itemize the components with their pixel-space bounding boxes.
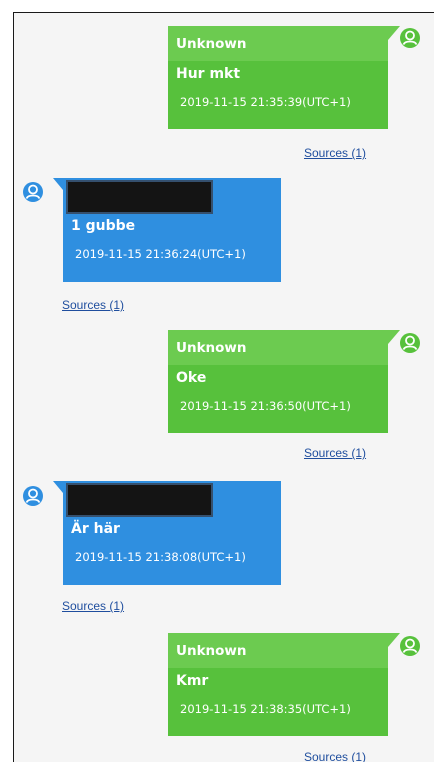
message-timestamp: 2019-11-15 21:38:08(UTC+1) [75,550,246,564]
message-text: 1 gubbe [71,218,136,234]
message-timestamp: 2019-11-15 21:38:35(UTC+1) [180,702,351,716]
outgoing-message: Är här 2019-11-15 21:38:08(UTC+1) [53,481,281,585]
redacted-sender-box [66,180,213,214]
sender-name: Unknown [168,26,388,61]
message-text: Är här [71,521,120,537]
sender-name [63,178,281,214]
message-text: Oke [176,370,207,386]
user-avatar-icon [400,333,420,353]
message-timestamp: 2019-11-15 21:36:50(UTC+1) [180,399,351,413]
sources-link[interactable]: Sources (1) [62,599,124,613]
incoming-message: Unknown Oke 2019-11-15 21:36:50(UTC+1) [168,330,400,433]
sources-link[interactable]: Sources (1) [304,146,366,160]
message-text: Hur mkt [176,66,241,82]
outgoing-message: 1 gubbe 2019-11-15 21:36:24(UTC+1) [53,178,281,282]
chat-panel: Unknown Hur mkt 2019-11-15 21:35:39(UTC+… [13,12,434,762]
incoming-message: Unknown Hur mkt 2019-11-15 21:35:39(UTC+… [168,26,400,129]
redacted-sender-box [66,483,213,517]
message-text: Kmr [176,673,209,689]
sources-link[interactable]: Sources (1) [304,446,366,460]
sender-name: Unknown [168,330,388,365]
sources-link[interactable]: Sources (1) [304,750,366,762]
user-avatar-icon [23,486,43,506]
message-timestamp: 2019-11-15 21:36:24(UTC+1) [75,247,246,261]
sender-name: Unknown [168,633,388,668]
incoming-message: Unknown Kmr 2019-11-15 21:38:35(UTC+1) [168,633,400,736]
message-timestamp: 2019-11-15 21:35:39(UTC+1) [180,95,351,109]
sender-name [63,481,281,517]
user-avatar-icon [23,182,43,202]
user-avatar-icon [400,636,420,656]
user-avatar-icon [400,28,420,48]
sources-link[interactable]: Sources (1) [62,298,124,312]
